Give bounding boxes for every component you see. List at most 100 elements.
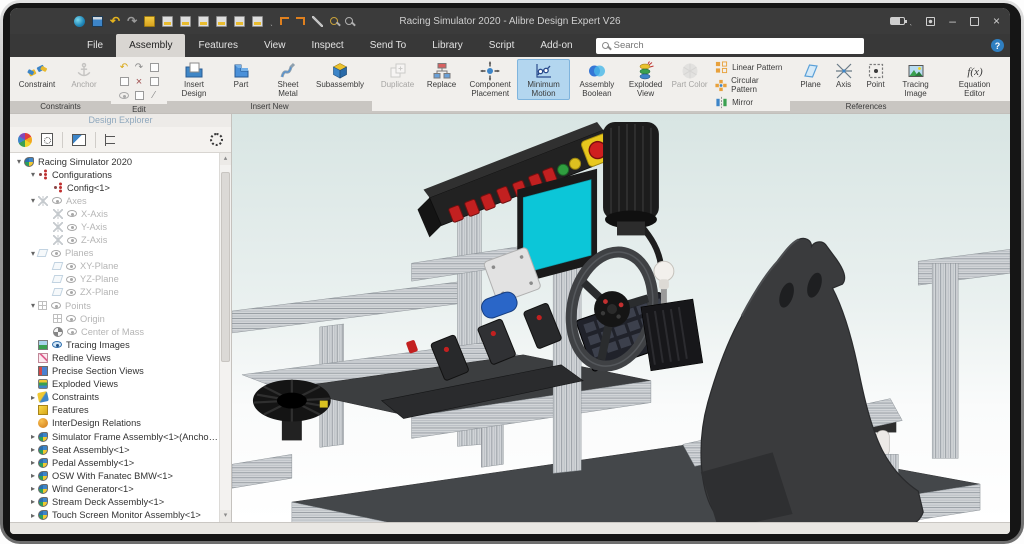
tree-item-y-axis[interactable]: Y-Axis — [10, 220, 219, 233]
zoom-icon[interactable] — [345, 17, 353, 25]
minimum-motion-button[interactable]: Minimum Motion — [517, 59, 569, 100]
tree-item-configurations[interactable]: ▾Configurations — [10, 168, 219, 181]
tree-scrollbar[interactable]: ▴ ▾ — [219, 153, 231, 522]
part-button[interactable]: Part — [218, 59, 264, 92]
point-button[interactable]: Point — [860, 59, 892, 92]
tree-item-simulator-frame-assembly[interactable]: ▸Simulator Frame Assembly<1>(Anchored) — [10, 430, 219, 443]
viewport-3d[interactable] — [232, 114, 1010, 522]
tree-item-seat-assembly[interactable]: ▸Seat Assembly<1> — [10, 443, 219, 456]
linear-pattern-button[interactable]: Linear Pattern — [715, 61, 782, 74]
workspace-icon[interactable] — [74, 16, 85, 27]
edit-duplicate-icon[interactable] — [120, 77, 129, 86]
tree-item-config[interactable]: Config<1> — [10, 181, 219, 194]
tree-item-features[interactable]: Features — [10, 404, 219, 417]
replace-button[interactable]: Replace — [420, 59, 463, 92]
document-properties-icon[interactable] — [41, 133, 53, 146]
tree-item-touch-screen-monitor-assembly[interactable]: ▸Touch Screen Monitor Assembly<1> — [10, 509, 219, 522]
tree-item-exploded-views[interactable]: Exploded Views — [10, 378, 219, 391]
tree-item-axes[interactable]: ▾Axes — [10, 194, 219, 207]
scrollbar-thumb[interactable] — [221, 172, 230, 362]
tree-item-xy-plane[interactable]: XY-Plane — [10, 260, 219, 273]
part-color-button[interactable]: Part Color — [668, 59, 711, 92]
mirror-button[interactable]: Mirror — [715, 96, 782, 109]
search-input[interactable] — [614, 40, 858, 51]
structure-view-icon[interactable] — [105, 134, 118, 146]
maximize-button[interactable] — [970, 17, 979, 26]
sheet-metal-button[interactable]: Sheet Metal — [265, 59, 311, 100]
tree-item-yz-plane[interactable]: YZ-Plane — [10, 273, 219, 286]
annotate-pen-icon[interactable] — [312, 16, 323, 27]
color-wheel-icon[interactable] — [18, 133, 32, 147]
tree-item-osw-with-fanatec-bmw[interactable]: ▸OSW With Fanatec BMW<1> — [10, 469, 219, 482]
assembly-boolean-button[interactable]: Assembly Boolean — [571, 59, 623, 100]
tree-item-z-axis[interactable]: Z-Axis — [10, 234, 219, 247]
plane-button[interactable]: Plane — [794, 59, 828, 92]
tree-item-origin[interactable]: Origin — [10, 312, 219, 325]
tree-item-pedal-assembly[interactable]: ▸Pedal Assembly<1> — [10, 456, 219, 469]
insert-design-button[interactable]: Insert Design — [171, 59, 217, 100]
tree-item-wind-generator[interactable]: ▸Wind Generator<1> — [10, 482, 219, 495]
tree-item-center-of-mass[interactable]: Center of Mass — [10, 325, 219, 338]
yellow-button[interactable] — [570, 158, 581, 169]
scroll-down-arrow[interactable]: ▾ — [220, 510, 231, 522]
edit-show-hide-icon[interactable] — [119, 92, 129, 99]
document-icon-4[interactable] — [216, 16, 227, 27]
subassembly-button[interactable]: Subassembly — [312, 59, 368, 92]
edit-select-icon[interactable] — [135, 91, 144, 100]
redline-corner-right-icon[interactable] — [296, 17, 305, 25]
constraint-button[interactable]: Constraint — [14, 59, 60, 92]
help-button[interactable]: ? — [991, 39, 1004, 52]
recent-dropdown-chevron[interactable]: ˎ — [270, 16, 273, 27]
edit-trim-icon[interactable]: ⁄ — [153, 91, 155, 101]
tree-item-interdesign-relations[interactable]: InterDesign Relations — [10, 417, 219, 430]
tab-library[interactable]: Library — [419, 34, 476, 57]
save-icon[interactable] — [92, 16, 103, 27]
scroll-up-arrow[interactable]: ▴ — [220, 153, 231, 165]
tab-inspect[interactable]: Inspect — [298, 34, 356, 57]
component-placement-button[interactable]: Component Placement — [464, 59, 516, 100]
edit-delete-icon[interactable]: × — [136, 77, 142, 87]
tree-item-planes[interactable]: ▾Planes — [10, 247, 219, 260]
tree-item-zx-plane[interactable]: ZX-Plane — [10, 286, 219, 299]
tree-item-redline-views[interactable]: Redline Views — [10, 351, 219, 364]
tab-view[interactable]: View — [251, 34, 299, 57]
equation-editor-button[interactable]: f(x) Equation Editor — [947, 59, 1003, 100]
tab-file[interactable]: File — [74, 34, 116, 57]
duplicate-button[interactable]: Duplicate — [376, 59, 419, 92]
tab-features[interactable]: Features — [185, 34, 250, 57]
exploded-view-button[interactable]: Exploded View — [624, 59, 667, 100]
minimize-button[interactable]: – — [949, 15, 956, 27]
document-icon-3[interactable] — [198, 16, 209, 27]
redline-corner-left-icon[interactable] — [280, 17, 289, 25]
tab-script[interactable]: Script — [476, 34, 528, 57]
document-icon-1[interactable] — [162, 16, 173, 27]
edit-redo-icon[interactable]: ↷ — [135, 63, 143, 73]
tree-item-points[interactable]: ▾Points — [10, 299, 219, 312]
green-button[interactable] — [558, 164, 569, 175]
document-icon-2[interactable] — [180, 16, 191, 27]
redo-icon[interactable]: ↷ — [127, 16, 137, 27]
tree-item-precise-section-views[interactable]: Precise Section Views — [10, 365, 219, 378]
search-box[interactable] — [596, 38, 864, 54]
edit-paste-icon[interactable] — [150, 77, 159, 86]
undo-icon[interactable]: ↶ — [110, 16, 120, 27]
global-parameters-button[interactable]: f(x) Global Parameters — [1004, 59, 1010, 100]
display-icon[interactable] — [926, 17, 935, 26]
tree-item-constraints[interactable]: ▸Constraints — [10, 391, 219, 404]
close-button[interactable]: × — [993, 15, 1000, 27]
tracing-image-button[interactable]: Tracing Image — [893, 59, 939, 100]
tree-item-x-axis[interactable]: X-Axis — [10, 207, 219, 220]
axis-button[interactable]: Axis — [829, 59, 859, 92]
circular-pattern-button[interactable]: Circular Pattern — [715, 76, 782, 94]
document-icon-6[interactable] — [252, 16, 263, 27]
tab-assembly[interactable]: Assembly — [116, 34, 185, 57]
tree-item-stream-deck-assembly[interactable]: ▸Stream Deck Assembly<1> — [10, 495, 219, 508]
tree-item-root[interactable]: ▾Racing Simulator 2020 — [10, 155, 219, 168]
tab-add-on[interactable]: Add-on — [527, 34, 585, 57]
zoom-in-icon[interactable] — [330, 17, 338, 25]
edit-undo-icon[interactable]: ↶ — [120, 63, 128, 73]
battery-chevron-icon[interactable]: ˎ — [910, 17, 913, 26]
tab-send-to[interactable]: Send To — [357, 34, 420, 57]
settings-gear-icon[interactable] — [210, 133, 223, 146]
display-mode-icon[interactable] — [72, 134, 86, 146]
